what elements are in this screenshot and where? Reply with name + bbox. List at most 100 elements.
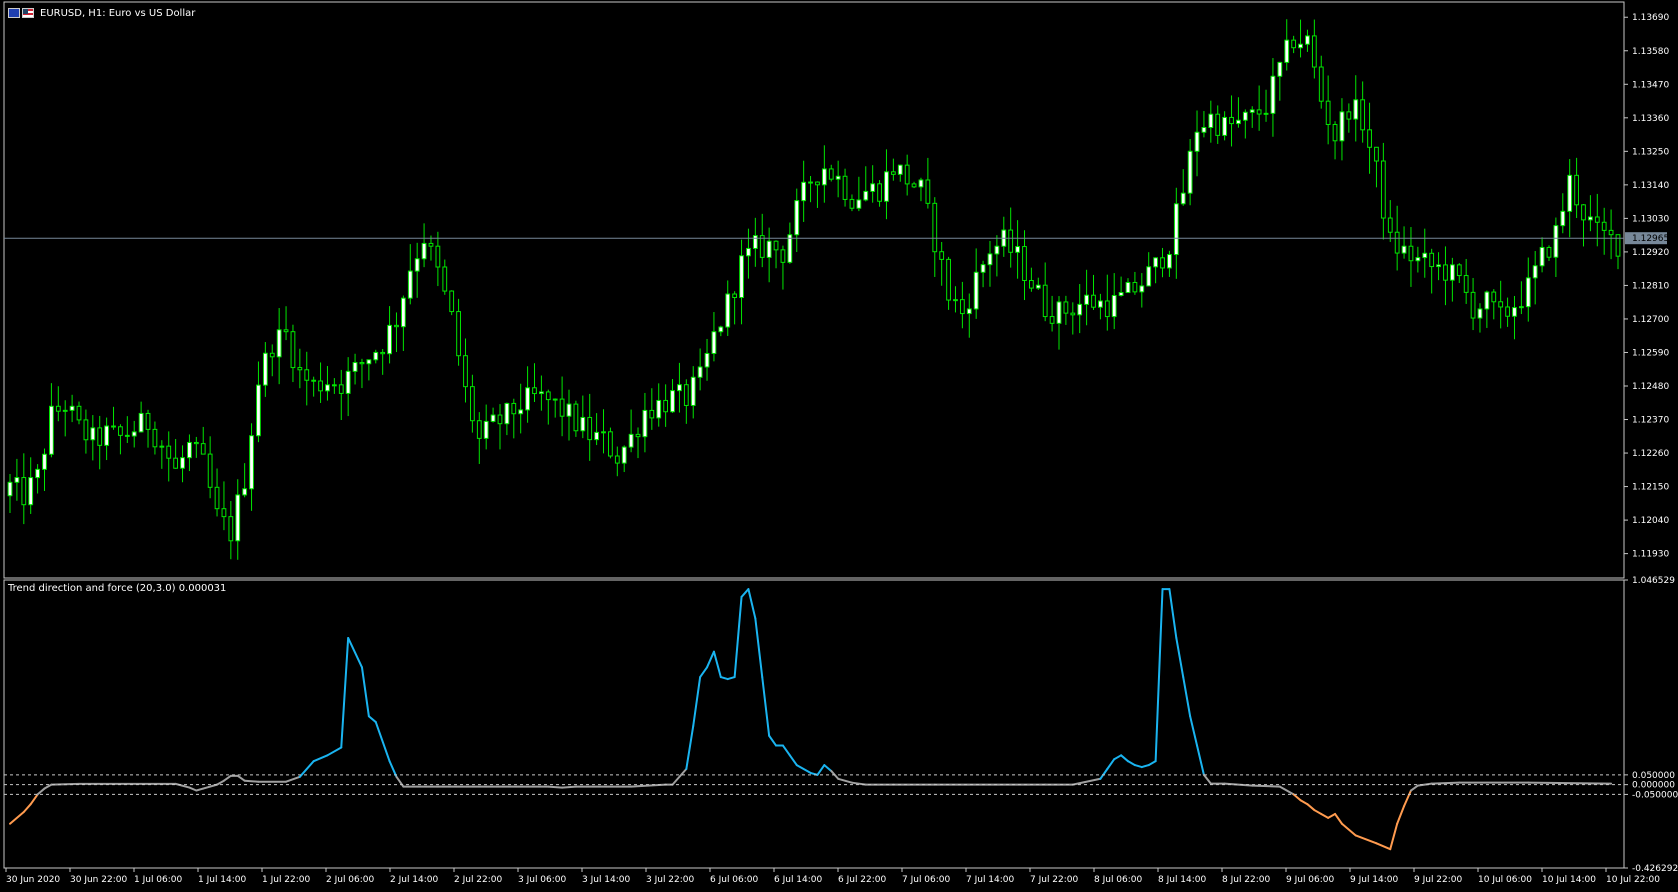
- candle[interactable]: [1242, 109, 1248, 139]
- candle[interactable]: [980, 260, 986, 288]
- candle[interactable]: [345, 357, 351, 417]
- candle[interactable]: [1311, 19, 1317, 79]
- candle[interactable]: [297, 348, 303, 389]
- candle[interactable]: [794, 188, 800, 253]
- candle[interactable]: [1318, 55, 1324, 109]
- indicator-pane[interactable]: [3, 579, 1625, 869]
- candle[interactable]: [1401, 226, 1407, 259]
- candle[interactable]: [483, 404, 489, 450]
- candle[interactable]: [635, 427, 641, 459]
- candle[interactable]: [1187, 139, 1193, 206]
- candle[interactable]: [1588, 195, 1593, 232]
- candle[interactable]: [642, 392, 648, 453]
- candle[interactable]: [442, 259, 448, 295]
- candle[interactable]: [780, 245, 786, 290]
- candle[interactable]: [76, 401, 82, 425]
- candle[interactable]: [1574, 157, 1579, 218]
- candle[interactable]: [228, 501, 234, 560]
- candle[interactable]: [704, 338, 710, 381]
- candle[interactable]: [766, 227, 772, 283]
- candle[interactable]: [1125, 278, 1131, 294]
- candle[interactable]: [387, 306, 392, 364]
- candle[interactable]: [904, 154, 910, 196]
- candle[interactable]: [1201, 111, 1207, 138]
- candle[interactable]: [221, 481, 227, 531]
- candle[interactable]: [870, 165, 876, 203]
- candle[interactable]: [1291, 35, 1297, 54]
- candle[interactable]: [138, 401, 144, 433]
- candle[interactable]: [677, 362, 682, 413]
- candle[interactable]: [1008, 207, 1014, 268]
- candle[interactable]: [614, 446, 620, 477]
- candle[interactable]: [193, 436, 199, 458]
- candle[interactable]: [318, 362, 323, 403]
- candle[interactable]: [656, 383, 662, 427]
- candle[interactable]: [1615, 234, 1621, 270]
- candle[interactable]: [1567, 159, 1573, 238]
- candle[interactable]: [14, 458, 20, 501]
- candle[interactable]: [573, 400, 579, 437]
- candle[interactable]: [476, 412, 482, 464]
- candle[interactable]: [331, 378, 337, 394]
- candle[interactable]: [152, 421, 158, 455]
- candle[interactable]: [7, 473, 13, 514]
- candle[interactable]: [83, 409, 89, 454]
- candle[interactable]: [242, 463, 248, 498]
- candle[interactable]: [1532, 250, 1538, 305]
- candle[interactable]: [1222, 111, 1228, 141]
- candle[interactable]: [1325, 75, 1331, 145]
- candle[interactable]: [594, 413, 599, 446]
- candle[interactable]: [200, 426, 206, 455]
- candle[interactable]: [1104, 274, 1110, 331]
- candle[interactable]: [145, 409, 151, 448]
- candle[interactable]: [1098, 293, 1103, 320]
- candle[interactable]: [1056, 296, 1062, 350]
- candle[interactable]: [1111, 273, 1117, 330]
- candle[interactable]: [552, 398, 558, 418]
- candle[interactable]: [1015, 220, 1020, 279]
- candle[interactable]: [276, 308, 282, 385]
- candle[interactable]: [966, 293, 972, 338]
- candle[interactable]: [580, 395, 586, 439]
- candle[interactable]: [35, 464, 40, 494]
- candle[interactable]: [1346, 103, 1352, 133]
- candle[interactable]: [1153, 257, 1159, 284]
- candle[interactable]: [1277, 61, 1283, 101]
- candle[interactable]: [249, 423, 254, 511]
- candle[interactable]: [490, 407, 496, 423]
- candle[interactable]: [628, 409, 634, 453]
- candle[interactable]: [290, 324, 296, 383]
- candle[interactable]: [90, 415, 96, 461]
- candle[interactable]: [1332, 121, 1338, 160]
- candle[interactable]: [973, 248, 979, 319]
- candle[interactable]: [939, 242, 945, 286]
- candle[interactable]: [821, 145, 827, 203]
- candle[interactable]: [435, 231, 441, 287]
- candle[interactable]: [1298, 19, 1303, 58]
- candle[interactable]: [525, 366, 530, 423]
- candle[interactable]: [863, 166, 869, 202]
- candle[interactable]: [207, 436, 213, 499]
- candle[interactable]: [1167, 250, 1172, 277]
- candle[interactable]: [1091, 274, 1096, 310]
- candle[interactable]: [1249, 106, 1255, 128]
- candle[interactable]: [394, 312, 399, 353]
- candle[interactable]: [373, 349, 379, 364]
- candle[interactable]: [828, 164, 834, 182]
- candle[interactable]: [55, 386, 61, 422]
- candle[interactable]: [1470, 277, 1476, 331]
- candle[interactable]: [173, 439, 179, 469]
- candle[interactable]: [1463, 258, 1469, 304]
- candle[interactable]: [1208, 100, 1214, 143]
- candle[interactable]: [104, 417, 110, 461]
- candle[interactable]: [773, 240, 779, 269]
- candle[interactable]: [414, 242, 420, 298]
- candle[interactable]: [932, 197, 938, 277]
- candle[interactable]: [1553, 217, 1559, 277]
- candle[interactable]: [366, 359, 372, 381]
- candle[interactable]: [559, 376, 565, 437]
- candle[interactable]: [918, 177, 924, 202]
- candle[interactable]: [663, 384, 669, 427]
- candle[interactable]: [1042, 262, 1048, 322]
- candle[interactable]: [856, 176, 862, 212]
